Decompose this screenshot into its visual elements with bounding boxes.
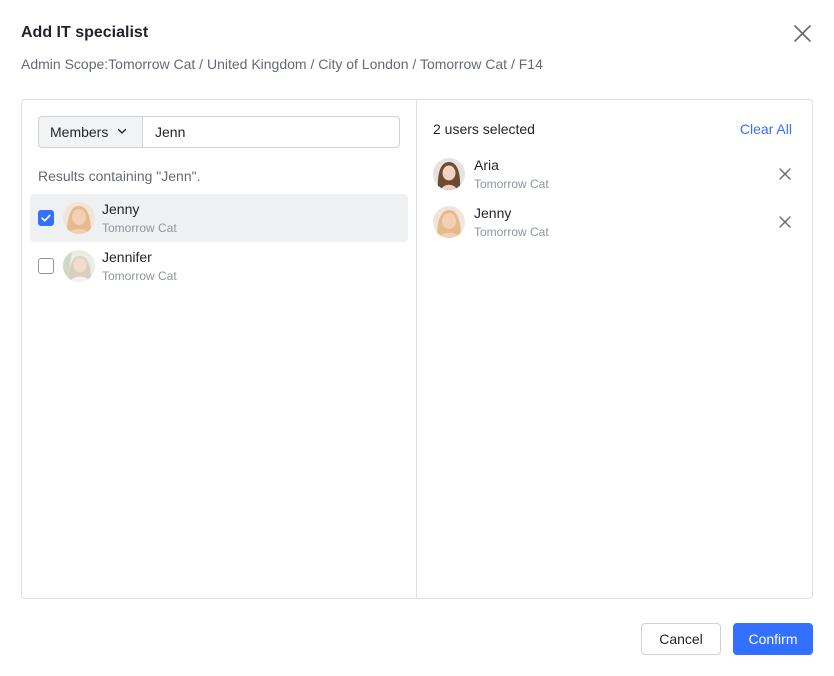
- check-icon: [41, 214, 51, 222]
- avatar: [63, 202, 95, 234]
- results-hint: Results containing "Jenn".: [38, 168, 201, 184]
- user-info: Jenny Tomorrow Cat: [102, 200, 177, 236]
- checkbox[interactable]: [38, 258, 54, 274]
- selected-count: 2 users selected: [433, 121, 535, 137]
- selected-item-aria: Aria Tomorrow Cat: [433, 150, 793, 198]
- remove-icon[interactable]: [777, 166, 793, 182]
- user-org: Tomorrow Cat: [474, 177, 549, 191]
- result-list: Jenny Tomorrow Cat Jennifer Tomorrow Cat: [30, 194, 408, 290]
- user-info: Jennifer Tomorrow Cat: [102, 248, 177, 284]
- user-name: Jennifer: [102, 249, 152, 265]
- avatar: [433, 158, 465, 190]
- scope-dropdown-label: Members: [50, 124, 109, 140]
- search-input[interactable]: [142, 116, 400, 148]
- clear-all-link[interactable]: Clear All: [740, 120, 792, 138]
- scope-dropdown[interactable]: Members: [38, 116, 142, 148]
- user-org: Tomorrow Cat: [474, 225, 549, 239]
- user-info: Jenny Tomorrow Cat: [474, 204, 549, 240]
- search-row: Members: [38, 116, 400, 148]
- avatar: [63, 250, 95, 282]
- user-name: Aria: [474, 157, 499, 173]
- selected-pane: 2 users selected Clear All Aria Tomorrow…: [417, 100, 812, 598]
- remove-icon[interactable]: [777, 214, 793, 230]
- confirm-button[interactable]: Confirm: [733, 623, 813, 655]
- user-org: Tomorrow Cat: [102, 269, 177, 283]
- selected-list: Aria Tomorrow Cat Jenny Tomorrow Cat: [433, 150, 793, 246]
- result-row-jenny[interactable]: Jenny Tomorrow Cat: [30, 194, 408, 242]
- dialog-title: Add IT specialist: [21, 24, 149, 41]
- user-info: Aria Tomorrow Cat: [474, 156, 549, 192]
- cancel-button[interactable]: Cancel: [641, 623, 721, 655]
- user-name: Jenny: [474, 205, 512, 221]
- chevron-down-icon: [116, 124, 128, 140]
- selected-item-jenny: Jenny Tomorrow Cat: [433, 198, 793, 246]
- member-picker-panel: Members Results containing "Jenn".: [21, 99, 813, 599]
- avatar: [433, 206, 465, 238]
- result-row-jennifer[interactable]: Jennifer Tomorrow Cat: [30, 242, 408, 290]
- search-pane: Members Results containing "Jenn".: [22, 100, 417, 598]
- user-org: Tomorrow Cat: [102, 221, 177, 235]
- close-icon[interactable]: [792, 23, 813, 44]
- checkbox[interactable]: [38, 210, 54, 226]
- admin-scope-breadcrumb: Admin Scope:Tomorrow Cat / United Kingdo…: [21, 56, 543, 72]
- user-name: Jenny: [102, 201, 140, 217]
